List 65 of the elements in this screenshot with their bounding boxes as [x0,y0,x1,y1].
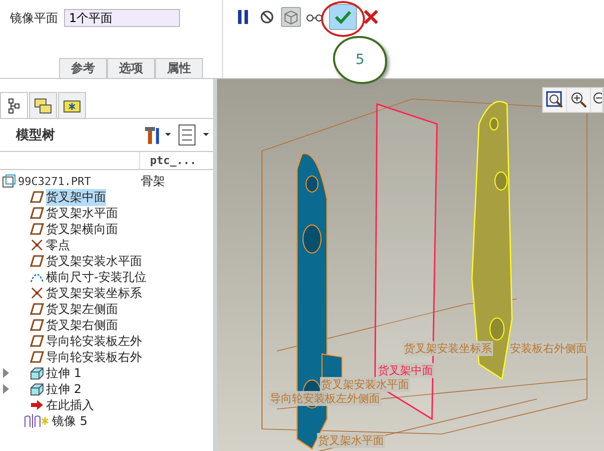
navigator-tab[interactable] [58,92,86,118]
mirror-icon [24,414,50,428]
close-icon [364,10,378,24]
extrude-icon [30,366,44,380]
panel-tab[interactable]: 属性 [155,58,203,78]
datum-plane-icon [30,255,44,267]
datum-plane-icon [30,351,44,363]
glasses-icon [306,12,324,22]
stop-icon [260,10,274,24]
tree-item[interactable]: 99C3271.PRT [18,174,91,188]
panel-title: 模型树 [16,127,56,144]
datum-plane-icon [30,207,44,219]
datum-label: 安装板右外侧面 [509,341,588,356]
mirror-plane-field[interactable]: 1个平面 [64,9,180,27]
datum-label: 货叉架安装水平面 [320,377,410,392]
ok-button[interactable] [329,4,357,30]
arrow-icon [30,399,44,411]
tree-item[interactable]: 零点 [46,236,70,254]
datum-plane-icon [30,191,44,203]
tree-item[interactable]: 货叉架左侧面 [46,300,118,318]
datum-label: 货叉架水平面 [317,433,385,448]
tree-item[interactable]: 镜像 5 [52,412,88,430]
tree-icon [8,98,20,114]
datum-label: 货叉架安装坐标系 [403,341,493,356]
table-cell-text: 骨架 [140,172,165,190]
tree-item[interactable]: 在此插入 [46,396,94,414]
expand-icon[interactable] [2,384,10,394]
pause-icon [237,10,249,24]
check-icon [335,10,351,24]
tree-item[interactable]: 横向尺寸-安装孔位 [46,268,146,286]
callout-bubble: 5 [333,36,387,84]
zoom-in-icon [570,91,588,109]
navigator-tab[interactable] [29,92,57,118]
folders-icon [34,98,52,114]
coordinate-system-icon [30,238,44,252]
tree-item[interactable]: 拉伸 2 [46,380,82,398]
extrude-icon [30,382,44,396]
datum-plane-icon [30,335,44,347]
curve-icon [30,271,44,283]
list-settings-icon[interactable] [177,124,209,146]
column-header[interactable]: ptc_... [140,152,196,169]
tree-item[interactable]: 拉伸 1 [46,364,82,382]
tree-item[interactable]: 导向轮安装板左外 [46,332,142,350]
cancel-button[interactable] [361,7,381,27]
datum-plane-icon [30,303,44,315]
tree-item[interactable]: 货叉架安装坐标系 [46,284,142,302]
field-label: 镜像平面 [10,10,58,26]
tree-item[interactable]: 货叉架右侧面 [46,316,118,334]
navigator-tab[interactable] [0,92,28,118]
coordinate-system-icon [30,286,44,300]
zoom-fit-icon [546,91,564,109]
tree-item[interactable]: 货叉架水平面 [46,204,118,222]
panel-tab[interactable]: 参考 [59,58,107,78]
cube-icon [283,9,299,25]
tree-item[interactable]: 货叉架安装水平面 [46,252,142,270]
datum-plane-icon [30,223,44,235]
tree-item[interactable]: 导向轮安装板右外 [46,348,142,366]
datum-label: 导向轮安装板左外侧面 [269,391,381,406]
tree-item[interactable]: 货叉架横向面 [46,220,118,238]
expand-icon[interactable] [2,368,10,378]
datum-label: 货叉架中面 [377,363,434,378]
tree-item[interactable]: 货叉架中面 [46,188,106,206]
zoom-out-button[interactable] [591,88,603,112]
panel-tab[interactable]: 选项 [107,58,155,78]
datum-plane-icon [30,319,44,331]
